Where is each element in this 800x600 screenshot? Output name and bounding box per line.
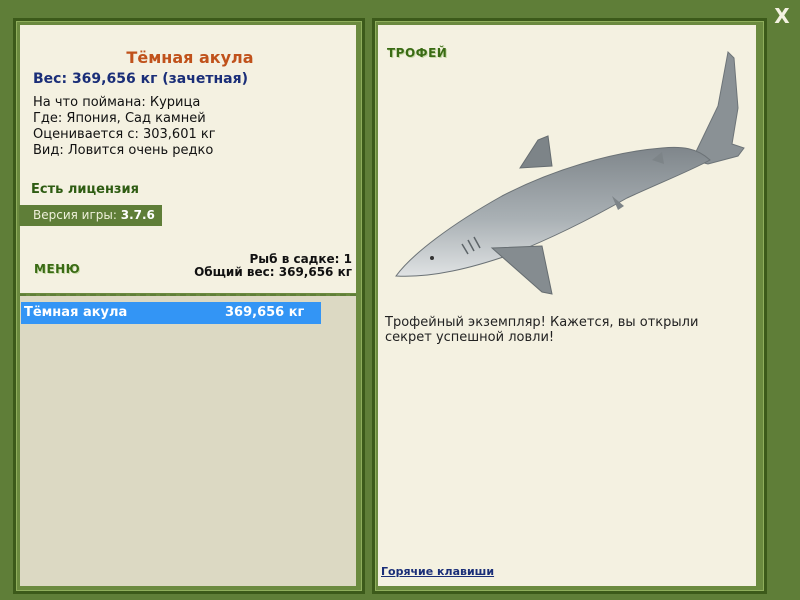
- shark-image: [395, 50, 745, 295]
- catch-name: Тёмная акула: [24, 305, 128, 320]
- rarity-text: Вид: Ловится очень редко: [33, 143, 214, 158]
- version-badge: Версия игры: 3.7.6: [19, 205, 162, 226]
- caught-on-text: На что поймана: Курица: [33, 95, 201, 110]
- menu-button[interactable]: МЕНЮ: [34, 262, 80, 276]
- dashed-divider: [20, 294, 356, 296]
- hotkeys-link[interactable]: Горячие клавиши: [381, 565, 494, 578]
- fish-title: Тёмная акула: [126, 48, 254, 67]
- location-text: Где: Япония, Сад камней: [33, 111, 206, 126]
- cage-total-weight: Общий вес: 369,656 кг: [194, 265, 352, 279]
- version-value: 3.7.6: [120, 208, 155, 222]
- catch-weight: 369,656 кг: [225, 305, 305, 320]
- close-button[interactable]: X: [772, 6, 792, 26]
- license-status: Есть лицензия: [31, 182, 139, 197]
- list-item[interactable]: Тёмная акула 369,656 кг: [21, 302, 321, 324]
- valued-from-text: Оценивается с: 303,601 кг: [33, 127, 216, 142]
- cage-fish-count: Рыб в садке: 1: [249, 252, 353, 266]
- version-label: Версия игры:: [33, 208, 117, 222]
- trophy-description: Трофейный экземпляр! Кажется, вы открыли…: [385, 315, 699, 345]
- catch-list-panel: [20, 296, 356, 586]
- fish-weight: Вес: 369,656 кг (зачетная): [33, 71, 248, 87]
